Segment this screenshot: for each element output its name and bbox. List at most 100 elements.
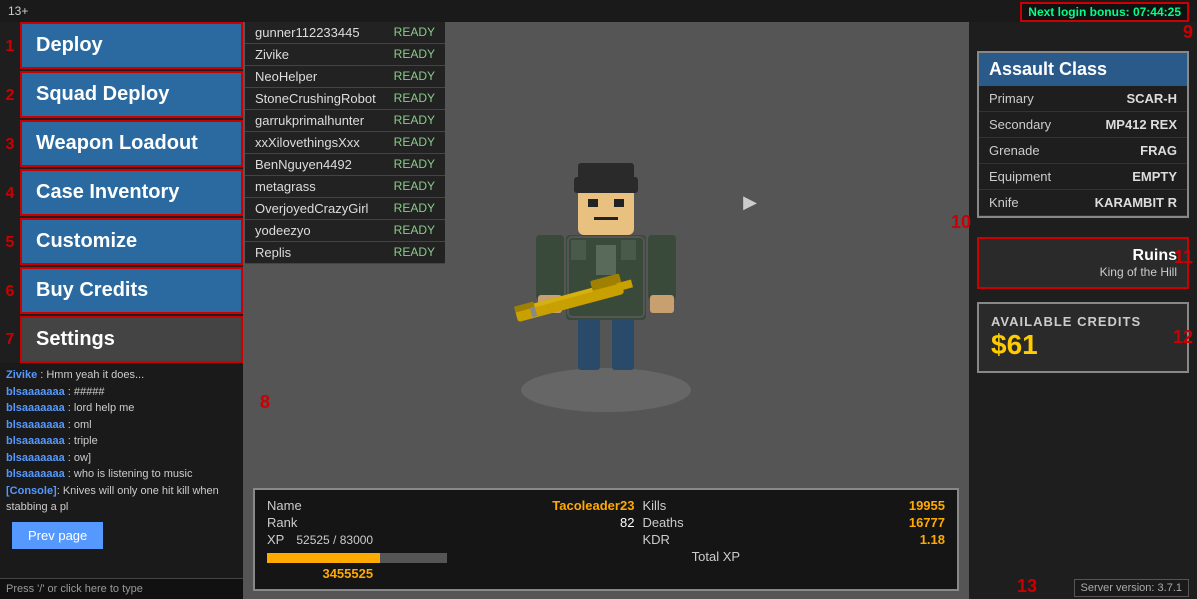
chat-lines: Zivike : Hmm yeah it does...blsaaaaaaa :… bbox=[6, 367, 237, 516]
prev-page-button[interactable]: Prev page bbox=[12, 522, 103, 549]
player-name: garrukprimalhunter bbox=[255, 113, 364, 128]
chat-username: Zivike bbox=[6, 369, 37, 381]
marker-11: 11 bbox=[949, 247, 1197, 268]
nav-marker-settings: 7 bbox=[0, 331, 20, 349]
login-bonus-timer: Next login bonus: 07:44:25 bbox=[1020, 2, 1189, 22]
marker-13: 13 bbox=[1017, 576, 1037, 597]
nav-btn-deploy[interactable]: Deploy bbox=[20, 22, 243, 69]
player-status: READY bbox=[394, 157, 435, 172]
chat-line: blsaaaaaaa : who is listening to music bbox=[6, 466, 237, 483]
player-status: READY bbox=[394, 25, 435, 40]
age-rating: 13+ bbox=[8, 4, 28, 18]
class-row: Primary SCAR-H bbox=[979, 86, 1187, 112]
nav-marker-squad-deploy: 2 bbox=[0, 87, 20, 105]
player-name: BenNguyen4492 bbox=[255, 157, 352, 172]
chat-username: blsaaaaaaa bbox=[6, 419, 65, 431]
chat-username: blsaaaaaaa bbox=[6, 468, 65, 480]
player-status: READY bbox=[394, 69, 435, 84]
xp-label: XP bbox=[267, 532, 284, 547]
player-row: gunner112233445 READY bbox=[245, 22, 445, 44]
class-row-value: FRAG bbox=[1140, 143, 1177, 158]
nav-marker-weapon-loadout: 3 bbox=[0, 136, 20, 154]
chat-line: blsaaaaaaa : ow] bbox=[6, 450, 237, 467]
nav-marker-customize: 5 bbox=[0, 234, 20, 252]
player-status: READY bbox=[394, 91, 435, 106]
class-panel: Assault Class Primary SCAR-H Secondary MP41… bbox=[977, 51, 1189, 218]
player-row: yodeezyoREADY bbox=[245, 220, 445, 242]
nav-btn-case-inventory[interactable]: Case Inventory bbox=[20, 169, 243, 216]
total-xp-label: Total XP bbox=[692, 549, 945, 564]
marker-12: 12 bbox=[949, 327, 1197, 348]
nav-btn-squad-deploy[interactable]: Squad Deploy bbox=[20, 71, 243, 118]
nav-btn-buy-credits[interactable]: Buy Credits bbox=[20, 267, 243, 314]
player-name: yodeezyo bbox=[255, 223, 311, 238]
nav-marker-deploy: 1 bbox=[0, 38, 20, 56]
kdr-value: 1.18 bbox=[692, 532, 945, 547]
deaths-value: 16777 bbox=[692, 515, 945, 530]
class-rows: Primary SCAR-H Secondary MP412 REX Grenade FR… bbox=[979, 86, 1187, 216]
nav-buttons: 1Deploy2Squad Deploy3Weapon Loadout4Case… bbox=[0, 22, 243, 363]
cursor: ▶ bbox=[743, 192, 757, 213]
chat-line: Zivike : Hmm yeah it does... bbox=[6, 367, 237, 384]
class-row-value: MP412 REX bbox=[1105, 117, 1177, 132]
total-xp-value: 3455525 bbox=[267, 566, 373, 581]
class-row-value: SCAR-H bbox=[1126, 91, 1177, 106]
player-name: xxXilovethingsXxx bbox=[255, 135, 360, 150]
xp-bar-bg bbox=[267, 553, 447, 563]
chat-area: Zivike : Hmm yeah it does...blsaaaaaaa :… bbox=[0, 363, 243, 578]
player-row: garrukprimalhunter READY bbox=[245, 110, 445, 132]
player-name: gunner112233445 bbox=[255, 25, 360, 40]
sidebar: 1Deploy2Squad Deploy3Weapon Loadout4Case… bbox=[0, 22, 245, 599]
rank-label: Rank bbox=[267, 515, 373, 530]
player-name: Zivike bbox=[255, 47, 289, 62]
player-name: NeoHelper bbox=[255, 69, 317, 84]
deaths-label: Deaths bbox=[642, 515, 683, 530]
class-row-label: Equipment bbox=[989, 169, 1051, 184]
nav-marker-case-inventory: 4 bbox=[0, 185, 20, 203]
nav-btn-settings[interactable]: Settings bbox=[20, 316, 243, 363]
player-name: StoneCrushingRobot bbox=[255, 91, 376, 106]
class-row-value: KARAMBIT R bbox=[1095, 195, 1177, 210]
class-title: Assault Class bbox=[979, 53, 1187, 86]
player-status: READY bbox=[394, 113, 435, 128]
player-status: READY bbox=[394, 201, 435, 216]
kills-label: Kills bbox=[642, 498, 683, 513]
marker-8: 8 bbox=[260, 392, 270, 413]
chat-line: blsaaaaaaa : triple bbox=[6, 433, 237, 450]
class-row: Secondary MP412 REX bbox=[979, 112, 1187, 138]
player-row: metagrass READY bbox=[245, 176, 445, 198]
class-row-label: Primary bbox=[989, 91, 1034, 106]
player-rows: gunner112233445READYZivikeREADYNeoHelper… bbox=[245, 22, 445, 264]
main-area: 1Deploy2Squad Deploy3Weapon Loadout4Case… bbox=[0, 22, 1197, 599]
player-row: xxXilovethingsXxx READY bbox=[245, 132, 445, 154]
marker-10: 10 bbox=[949, 212, 1197, 233]
chat-line: blsaaaaaaa : lord help me bbox=[6, 400, 237, 417]
player-row: NeoHelper READY bbox=[245, 66, 445, 88]
chat-username: blsaaaaaaa bbox=[6, 452, 65, 464]
player-status: READY bbox=[394, 135, 435, 150]
player-name: metagrass bbox=[255, 179, 316, 194]
name-value: Tacoleader23 bbox=[381, 498, 634, 513]
nav-btn-weapon-loadout[interactable]: Weapon Loadout bbox=[20, 120, 243, 167]
chat-username: blsaaaaaaa bbox=[6, 386, 65, 398]
class-row-value: EMPTY bbox=[1132, 169, 1177, 184]
top-bar: 13+ Next login bonus: 07:44:25 bbox=[0, 0, 1197, 22]
rank-value: 82 bbox=[381, 515, 634, 530]
player-name: OverjoyedCrazyGirl bbox=[255, 201, 368, 216]
chat-username: [Console] bbox=[6, 485, 57, 497]
nav-btn-customize[interactable]: Customize bbox=[20, 218, 243, 265]
kills-value: 19955 bbox=[692, 498, 945, 513]
player-row: BenNguyen4492 READY bbox=[245, 154, 445, 176]
class-row-label: Secondary bbox=[989, 117, 1051, 132]
xp-bar-fill bbox=[267, 553, 380, 563]
stats-panel: Name Tacoleader23 Kills 19955 Rank 82 De… bbox=[253, 488, 959, 591]
player-status: READY bbox=[394, 179, 435, 194]
player-status: READY bbox=[394, 47, 435, 62]
chat-line: blsaaaaaaa : ##### bbox=[6, 384, 237, 401]
kdr-label: KDR bbox=[642, 532, 683, 547]
class-row-label: Knife bbox=[989, 195, 1019, 210]
class-row-label: Grenade bbox=[989, 143, 1040, 158]
player-name: Replis bbox=[255, 245, 291, 260]
player-status: READY bbox=[394, 245, 435, 260]
chat-input-hint[interactable]: Press '/' or click here to type bbox=[0, 578, 243, 599]
